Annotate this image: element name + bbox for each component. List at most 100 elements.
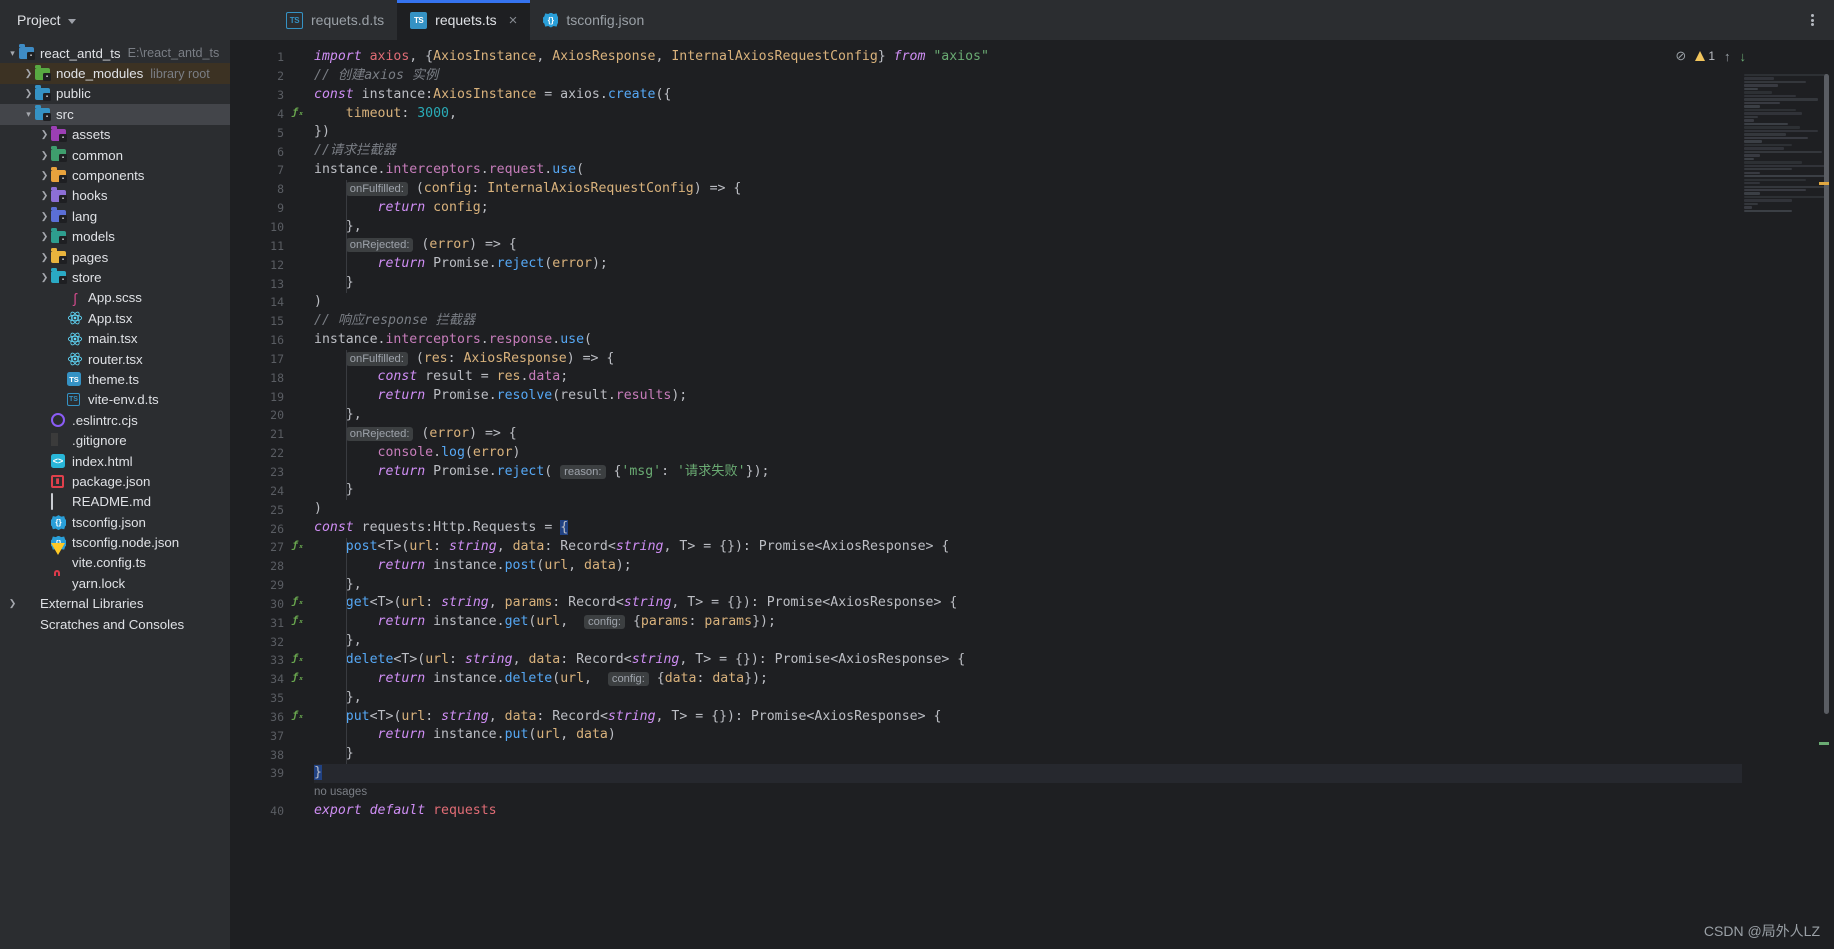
code-line[interactable]: onRejected: (error) => { — [314, 236, 1746, 255]
gutter-line-number[interactable]: 23 — [230, 463, 288, 482]
gutter-line-number[interactable]: 19 — [230, 387, 288, 406]
tree-node-src[interactable]: ▾ ▪ src — [0, 104, 230, 125]
gutter-line-number[interactable]: 21 — [230, 425, 288, 444]
tree-node-vite-env-d-ts[interactable]: TS vite-env.d.ts — [0, 390, 230, 410]
code-line[interactable]: return instance.put(url, data) — [314, 726, 1746, 745]
code-line[interactable]: return instance.delete(url, config: {dat… — [314, 670, 1746, 689]
tree-node-models[interactable]: ❯ ▪ models — [0, 227, 230, 247]
gutter-line-number[interactable]: 36 ƒₓ — [230, 708, 304, 727]
code-line[interactable]: // 响应response 拦截器 — [314, 312, 1746, 331]
gutter-line-number[interactable]: 7 — [230, 161, 288, 180]
gutter-line-number[interactable]: 15 — [230, 312, 288, 331]
gutter-line-number[interactable]: 34 ƒₓ — [230, 670, 304, 689]
code-line[interactable]: onRejected: (error) => { — [314, 425, 1746, 444]
code-editor[interactable]: 1 2 3 4 ƒₓ 5 6 7 8 9 10 11 12 13 14 15 16 17 18 19 20 21 22 23 2… — [230, 40, 1834, 949]
gutter-line-number[interactable]: 40 — [230, 802, 288, 821]
code-line[interactable]: get<T>(url: string, params: Record<strin… — [314, 594, 1746, 613]
code-line[interactable]: }, — [314, 576, 1746, 595]
tree-node-index-html[interactable]: <> index.html — [0, 451, 230, 471]
code-line[interactable]: }, — [314, 406, 1746, 425]
minimap-warning-marker[interactable] — [1819, 182, 1829, 185]
chevron-right-icon[interactable]: ❯ — [38, 252, 51, 263]
code-line[interactable]: put<T>(url: string, data: Record<string,… — [314, 708, 1746, 727]
tree-node-react-antd-ts[interactable]: ▾ ▪ react_antd_ts E:\react_antd_ts — [0, 43, 230, 63]
tree-node-app-tsx[interactable]: App.tsx — [0, 308, 230, 328]
gutter-line-number[interactable]: 33 ƒₓ — [230, 651, 304, 670]
code-line[interactable]: } — [314, 274, 1746, 293]
code-line[interactable]: instance.interceptors.response.use( — [314, 331, 1746, 350]
tree-node--eslintrc-cjs[interactable]: .eslintrc.cjs — [0, 410, 230, 430]
gutter-line-number[interactable]: 20 — [230, 406, 288, 425]
tree-node-yarn-lock[interactable]: yarn.lock — [0, 573, 230, 593]
editor-scrollbar-thumb[interactable] — [1824, 74, 1829, 714]
code-line[interactable]: ) — [314, 500, 1746, 519]
tree-node-app-scss[interactable]: ʃ App.scss — [0, 288, 230, 308]
gutter-line-number[interactable]: 26 — [230, 519, 288, 538]
chevron-down-icon[interactable]: ▾ — [6, 48, 19, 59]
tree-node-public[interactable]: ❯ ▪ public — [0, 84, 230, 104]
tree-node--gitignore[interactable]: .gitignore — [0, 430, 230, 450]
code-line[interactable]: const requests:Http.Requests = { — [314, 519, 1746, 538]
chevron-down-icon[interactable] — [67, 18, 76, 24]
gutter-line-number[interactable]: 25 — [230, 500, 288, 519]
previous-problem-icon[interactable]: ↑ — [1724, 49, 1731, 64]
tree-node-main-tsx[interactable]: main.tsx — [0, 328, 230, 348]
tree-node-vite-config-ts[interactable]: vite.config.ts — [0, 542, 230, 573]
chevron-right-icon[interactable]: ❯ — [38, 231, 51, 242]
gutter-line-number[interactable]: 12 — [230, 255, 288, 274]
chevron-right-icon[interactable]: ❯ — [38, 272, 51, 283]
code-line[interactable]: // 创建axios 实例 — [314, 67, 1746, 86]
code-line[interactable]: return config; — [314, 199, 1746, 218]
gutter-line-number[interactable]: 24 — [230, 481, 288, 500]
code-line[interactable]: return instance.post(url, data); — [314, 557, 1746, 576]
editor-tab-tsconfig-json[interactable]: {} tsconfig.json — [530, 0, 657, 40]
code-line[interactable]: ) — [314, 293, 1746, 312]
gutter-line-number[interactable]: 4 ƒₓ — [230, 105, 304, 124]
gutter-line-number[interactable]: 17 — [230, 350, 288, 369]
editor-minimap[interactable] — [1742, 74, 1830, 949]
gutter-line-number[interactable]: 13 — [230, 274, 288, 293]
code-line[interactable]: //请求拦截器 — [314, 142, 1746, 161]
code-line[interactable]: onFulfilled: (res: AxiosResponse) => { — [314, 350, 1746, 369]
gutter-line-number[interactable]: 16 — [230, 331, 288, 350]
code-line[interactable]: import axios, {AxiosInstance, AxiosRespo… — [314, 48, 1746, 67]
code-line[interactable]: }) — [314, 123, 1746, 142]
code-line[interactable]: } — [314, 745, 1746, 764]
gutter-line-number[interactable]: 10 — [230, 218, 288, 237]
tree-node-hooks[interactable]: ❯ ▪ hooks — [0, 186, 230, 206]
chevron-right-icon[interactable]: ❯ — [6, 598, 19, 609]
tree-node-readme-md[interactable]: README.md — [0, 492, 230, 512]
code-line[interactable]: return Promise.reject(error); — [314, 255, 1746, 274]
code-line[interactable]: post<T>(url: string, data: Record<string… — [314, 538, 1746, 557]
chevron-right-icon[interactable]: ❯ — [38, 190, 51, 201]
gutter-line-number[interactable]: 11 — [230, 236, 288, 255]
code-line[interactable]: export default requests — [314, 802, 1746, 821]
tree-node-assets[interactable]: ❯ ▪ assets — [0, 125, 230, 145]
editor-tab-requets-d-ts[interactable]: TS requets.d.ts — [273, 0, 397, 40]
tree-node-router-tsx[interactable]: router.tsx — [0, 349, 230, 369]
code-line[interactable]: console.log(error) — [314, 444, 1746, 463]
code-line[interactable]: return instance.get(url, config: {params… — [314, 613, 1746, 632]
next-problem-icon[interactable]: ↓ — [1740, 49, 1747, 64]
gutter-line-number[interactable]: 1 — [230, 48, 288, 67]
chevron-right-icon[interactable]: ❯ — [38, 211, 51, 222]
gutter-line-number[interactable]: 6 — [230, 142, 288, 161]
gutter-line-number[interactable]: 30 ƒₓ — [230, 594, 304, 613]
gutter-line-number[interactable]: 28 — [230, 557, 288, 576]
tree-node-tsconfig-json[interactable]: {} tsconfig.json — [0, 512, 230, 532]
tree-node-external-libraries[interactable]: ❯ External Libraries — [0, 594, 230, 614]
editor-tab-requets-ts[interactable]: TS requets.ts × — [397, 0, 531, 40]
tree-node-components[interactable]: ❯ ▪ components — [0, 165, 230, 185]
gutter-line-number[interactable]: 32 — [230, 632, 288, 651]
tree-node-node-modules[interactable]: ❯ ▪ node_modules library root — [0, 63, 230, 84]
gutter-line-number[interactable]: 31 ƒₓ — [230, 613, 304, 632]
code-line[interactable]: } — [314, 481, 1746, 500]
tree-node-package-json[interactable]: ▮ package.json — [0, 471, 230, 491]
tree-node-lang[interactable]: ❯ ▪ lang — [0, 206, 230, 226]
usages-inlay-hint[interactable]: no usages — [314, 783, 1746, 802]
code-line[interactable]: }, — [314, 632, 1746, 651]
editor-code-area[interactable]: import axios, {AxiosInstance, AxiosRespo… — [288, 40, 1746, 949]
more-options-button[interactable] — [1790, 0, 1834, 40]
minimap-caret-marker[interactable] — [1819, 742, 1829, 745]
chevron-right-icon[interactable]: ❯ — [38, 129, 51, 140]
